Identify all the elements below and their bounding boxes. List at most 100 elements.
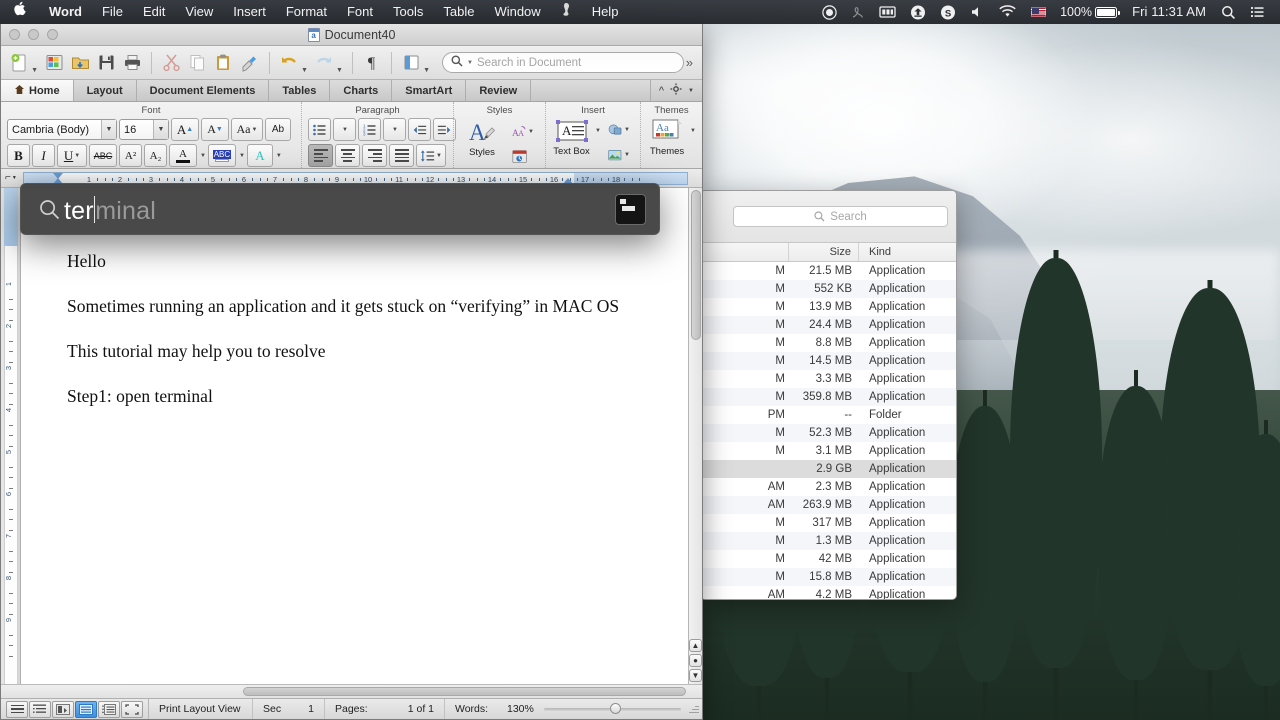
shrink-font-button[interactable]: A ▼ <box>201 118 229 141</box>
paste-icon[interactable] <box>212 50 236 75</box>
chevron-up-icon[interactable]: ^ <box>659 85 664 97</box>
wifi-icon[interactable] <box>991 5 1024 19</box>
save-icon[interactable] <box>94 50 118 75</box>
bold-button[interactable]: B <box>7 144 30 167</box>
align-right-button[interactable] <box>362 144 387 167</box>
themes-dropdown-icon[interactable]: ▼ <box>690 118 696 134</box>
strikethrough-button[interactable]: ABC <box>89 144 117 167</box>
italic-button[interactable]: I <box>32 144 55 167</box>
table-row[interactable]: M 359.8 MB Application <box>701 388 956 406</box>
screen-recording-icon[interactable] <box>815 4 844 20</box>
justify-button[interactable] <box>389 144 414 167</box>
horizontal-scrollbar[interactable] <box>1 684 702 698</box>
menu-font[interactable]: Font <box>337 0 383 24</box>
new-document-dropdown-icon[interactable]: ▼ <box>31 67 38 79</box>
document-search-input[interactable]: ▼ Search in Document <box>442 52 684 73</box>
new-document-icon[interactable] <box>7 50 31 75</box>
change-styles-button[interactable]: AA ▼ <box>508 120 538 143</box>
browse-previous-icon[interactable]: ▲ <box>689 639 702 652</box>
menu-edit[interactable]: Edit <box>133 0 175 24</box>
focus-view-button[interactable] <box>121 700 143 718</box>
chevron-down-icon[interactable]: ▼ <box>101 120 116 139</box>
notebook-layout-view-button[interactable] <box>98 700 120 718</box>
chevron-down-icon[interactable]: ▼ <box>153 120 168 139</box>
zoom-slider-track[interactable] <box>543 702 681 714</box>
table-row[interactable]: M 52.3 MB Application <box>701 424 956 442</box>
show-formatting-icon[interactable]: ¶ <box>360 50 384 75</box>
spotlight-search-icon[interactable] <box>1214 5 1243 20</box>
table-row[interactable]: M 14.5 MB Application <box>701 352 956 370</box>
finder-column-kind[interactable]: Kind <box>859 243 956 261</box>
text-effects-dropdown-icon[interactable]: ▼ <box>276 153 282 159</box>
text-box-button[interactable]: A Text Box <box>552 118 591 157</box>
font-size-combobox[interactable]: 16 ▼ <box>119 119 169 140</box>
redo-icon[interactable] <box>312 50 336 75</box>
table-row[interactable]: M 8.8 MB Application <box>701 334 956 352</box>
finder-search-input[interactable]: Search <box>733 206 948 227</box>
grow-font-button[interactable]: A ▲ <box>171 118 199 141</box>
sidebar-icon[interactable] <box>399 50 423 75</box>
font-color-dropdown-icon[interactable]: ▼ <box>200 153 206 159</box>
open-gallery-icon[interactable] <box>42 50 66 75</box>
battery-status[interactable]: 100% <box>1053 0 1124 24</box>
menu-insert[interactable]: Insert <box>223 0 276 24</box>
gear-icon[interactable] <box>670 83 682 98</box>
outline-view-button[interactable] <box>29 700 51 718</box>
notification-center-icon[interactable] <box>1243 5 1272 19</box>
tab-review[interactable]: Review <box>466 80 532 101</box>
vertical-scrollbar[interactable]: ▲ ● ▼ <box>688 188 702 684</box>
styles-button[interactable]: A Styles <box>460 118 504 158</box>
tab-charts[interactable]: Charts <box>330 80 393 101</box>
table-row[interactable]: M 1.3 MB Application <box>701 532 956 550</box>
display-icon[interactable] <box>872 5 903 19</box>
skype-icon[interactable]: S <box>933 5 963 20</box>
format-painter-icon[interactable] <box>238 50 262 75</box>
tab-stop-selector-icon[interactable]: ⌐ ▼ <box>5 172 17 183</box>
terminal-app-icon[interactable] <box>615 193 646 225</box>
print-icon[interactable] <box>120 50 144 75</box>
handwriting-icon[interactable] <box>844 5 872 20</box>
finder-file-list[interactable]: M 21.5 MB Application M 552 KB Application M 13… <box>701 262 956 599</box>
spotlight-search-bar[interactable]: ter minal <box>20 183 660 235</box>
vertical-scroll-thumb[interactable] <box>690 190 701 340</box>
table-row[interactable]: M 3.1 MB Application <box>701 442 956 460</box>
bulleted-list-dropdown-icon[interactable]: ▼ <box>333 118 356 141</box>
print-layout-view-button[interactable] <box>75 700 97 718</box>
text-box-dropdown-icon[interactable]: ▼ <box>595 118 601 134</box>
copy-icon[interactable] <box>186 50 210 75</box>
numbered-list-button[interactable]: 123 <box>358 118 381 141</box>
menu-extra-glyph-icon[interactable] <box>551 0 582 24</box>
decrease-indent-button[interactable] <box>408 118 431 141</box>
word-window[interactable]: a Document40 ▼ ▼ ▼ ¶ ▼ ▼ Search in Docum… <box>0 24 703 720</box>
menu-table[interactable]: Table <box>433 0 484 24</box>
menu-window[interactable]: Window <box>484 0 550 24</box>
draft-view-button[interactable] <box>6 700 28 718</box>
publishing-layout-view-button[interactable] <box>52 700 74 718</box>
vertical-ruler[interactable]: 1 2 3 4 5 6 7 8 9 <box>1 188 21 684</box>
table-row[interactable]: M 3.3 MB Application <box>701 370 956 388</box>
undo-icon[interactable] <box>277 50 301 75</box>
table-row[interactable]: M 42 MB Application <box>701 550 956 568</box>
open-file-icon[interactable] <box>68 50 92 75</box>
us-flag-icon[interactable] <box>1024 7 1053 17</box>
menu-format[interactable]: Format <box>276 0 337 24</box>
menu-word[interactable]: Word <box>39 0 92 24</box>
underline-button[interactable]: U ▼ <box>57 144 87 167</box>
menu-tools[interactable]: Tools <box>383 0 433 24</box>
tab-smartart[interactable]: SmartArt <box>392 80 467 101</box>
zoom-control[interactable]: 130% <box>501 702 687 715</box>
table-row[interactable]: AM 4.2 MB Application <box>701 586 956 599</box>
numbered-list-dropdown-icon[interactable]: ▼ <box>383 118 406 141</box>
finder-column-name[interactable] <box>701 243 789 261</box>
themes-button[interactable]: Aa Themes <box>647 118 687 157</box>
table-row[interactable]: M 317 MB Application <box>701 514 956 532</box>
bulleted-list-button[interactable] <box>308 118 331 141</box>
dropbox-icon[interactable] <box>903 5 933 20</box>
superscript-button[interactable]: A² <box>119 144 142 167</box>
undo-dropdown-icon[interactable]: ▼ <box>301 67 308 79</box>
tab-document-elements[interactable]: Document Elements <box>137 80 270 101</box>
cut-icon[interactable] <box>159 50 183 75</box>
document-page[interactable]: Hello Sometimes running an application an… <box>21 188 688 684</box>
highlight-button[interactable]: ABC <box>207 144 236 167</box>
sidebar-dropdown-icon[interactable]: ▼ <box>423 67 430 79</box>
